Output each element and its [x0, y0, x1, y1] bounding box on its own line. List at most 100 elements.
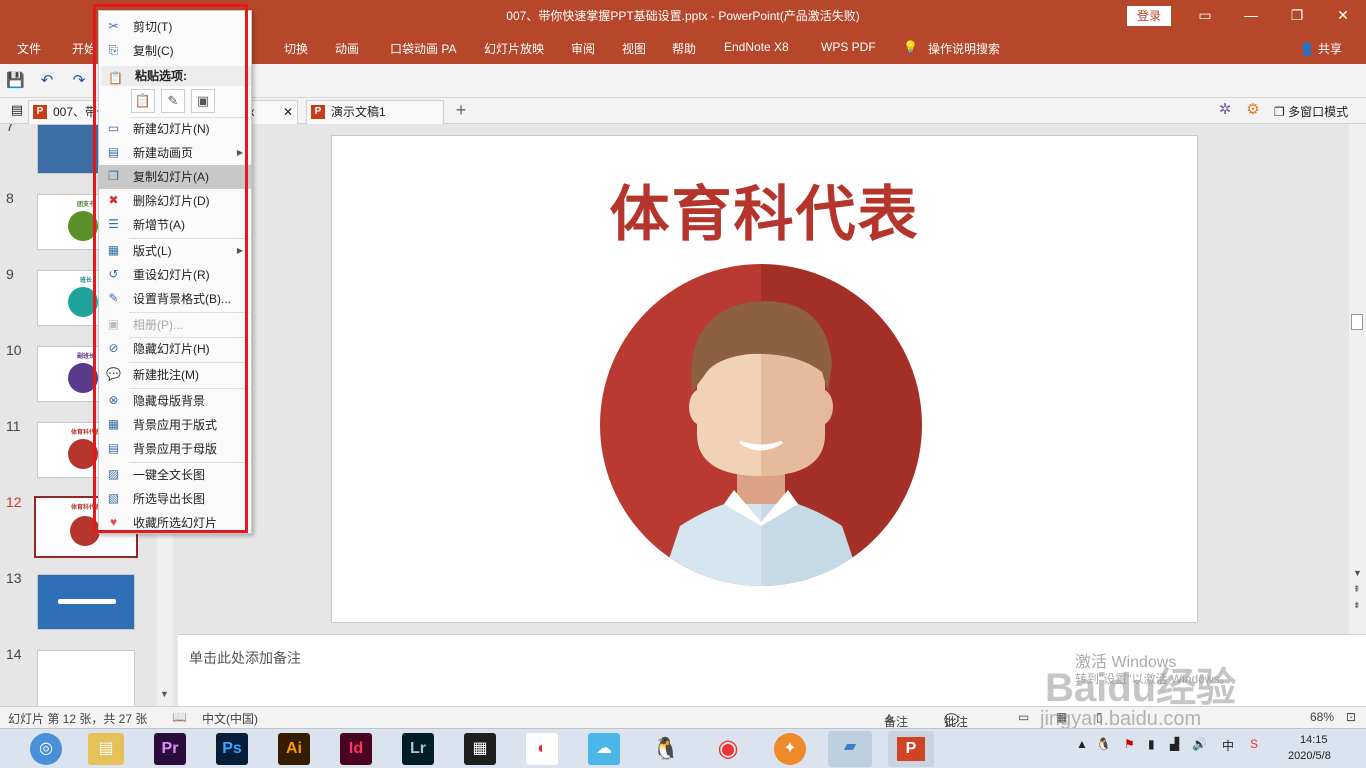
tab-help[interactable]: 帮助 [672, 40, 696, 57]
indesign-icon[interactable]: Id [340, 733, 372, 765]
normal-view-icon[interactable]: ▭ [1018, 710, 1029, 724]
login-button[interactable]: 登录 [1127, 6, 1171, 26]
xmind-icon[interactable]: ◐ [526, 733, 558, 765]
scroll-thumb[interactable] [1351, 314, 1363, 330]
scroll-down-icon[interactable]: ▼ [160, 689, 169, 699]
save-icon[interactable]: 💾 [6, 72, 25, 90]
tab-endnote[interactable]: EndNote X8 [724, 40, 789, 54]
tray-shield-icon[interactable]: ⚑ [1124, 737, 1135, 751]
avatar-illustration[interactable] [600, 264, 922, 586]
menu-item-hide-slide[interactable]: ⊘ 隐藏幻灯片(H) [99, 337, 251, 361]
tab-file[interactable]: 文件 [17, 40, 41, 57]
menu-item-layout[interactable]: ▦ 版式(L) ▶ [99, 239, 251, 263]
illustrator-icon[interactable]: Ai [278, 733, 310, 765]
notes-app-icon[interactable]: ▰ [828, 731, 872, 767]
menu-label: 收藏所选幻灯片 [133, 516, 218, 530]
menu-item-cut[interactable]: ✂ 剪切(T) [99, 15, 251, 39]
menu-item-add-section[interactable]: ☰ 新增节(A) [99, 213, 251, 237]
slide-number-selected: 12 [6, 494, 22, 510]
tab-list-icon[interactable]: ▤ [8, 101, 26, 119]
lightroom-icon[interactable]: Lr [402, 733, 434, 765]
paste-text-only-icon[interactable]: ✎ [161, 89, 185, 113]
premiere-icon[interactable]: Pr [154, 733, 186, 765]
file-explorer-icon[interactable]: ▤ [88, 733, 124, 765]
thumb-bar [58, 599, 116, 604]
editor-scrollbar[interactable]: ▼ ⇞ ⇟ [1349, 124, 1366, 634]
menu-item-photo-album: ▣ 相册(P)... [99, 313, 251, 337]
gear-icon[interactable]: ⚙ [1244, 101, 1262, 119]
prev-slide-icon[interactable]: ⇞ [1353, 584, 1361, 595]
paste-picture-icon[interactable]: ▣ [191, 89, 215, 113]
redo-icon[interactable]: ↷ [70, 72, 88, 90]
menu-item-format-background[interactable]: ✎ 设置背景格式(B)... [99, 287, 251, 311]
next-slide-icon[interactable]: ⇟ [1353, 600, 1361, 611]
multiwindow-button[interactable]: ❐ 多窗口模式 [1274, 103, 1348, 120]
magic-icon[interactable]: ✲ [1216, 101, 1234, 119]
qq-icon[interactable]: 🐧 [650, 733, 682, 765]
reset-icon: ↺ [108, 267, 119, 281]
ime-indicator[interactable]: 中 [1222, 737, 1234, 754]
spellcheck-icon[interactable]: 📖 [172, 710, 187, 724]
menu-item-favorite-slides[interactable]: ♥ 收藏所选幻灯片 [99, 511, 251, 535]
language-indicator[interactable]: 中文(中国) [202, 710, 258, 727]
new-tab-icon[interactable]: + [452, 101, 470, 119]
zoom-level[interactable]: 68% [1310, 710, 1334, 724]
tab-home[interactable]: 开始 [72, 40, 96, 57]
menu-item-duplicate-slide[interactable]: ❐ 复制幻灯片(A) [99, 165, 251, 189]
menu-item-full-long-image[interactable]: ▨ 一键全文长图 [99, 463, 251, 487]
tray-expand-icon[interactable]: ▲ [1076, 737, 1088, 751]
menu-item-delete-slide[interactable]: ✖ 删除幻灯片(D) [99, 189, 251, 213]
menu-item-new-comment[interactable]: 💬 新建批注(M) [99, 363, 251, 387]
fit-slide-icon[interactable]: ⊡ [1346, 710, 1356, 724]
menu-item-hide-master-bg[interactable]: ⊗ 隐藏母版背景 [99, 389, 251, 413]
tab-review[interactable]: 审阅 [571, 40, 595, 57]
clock-time[interactable]: 14:15 [1300, 734, 1328, 746]
minimize-button[interactable]: — [1228, 0, 1274, 32]
tab-slideshow[interactable]: 幻灯片放映 [484, 40, 544, 57]
video-editor-icon[interactable]: ▦ [464, 733, 496, 765]
browser-icon[interactable]: ◎ [30, 733, 62, 765]
menu-item-new-slide[interactable]: ▭ 新建幻灯片(N) [99, 117, 251, 141]
paste-keep-source-icon[interactable]: 📋 [131, 89, 155, 113]
ribbon-display-icon[interactable]: ▭ [1182, 0, 1228, 32]
share-button[interactable]: 👤 共享 [1300, 40, 1342, 57]
slide-thumbnail-13[interactable] [37, 574, 135, 630]
slide-title[interactable]: 体育科代表 [332, 166, 1197, 253]
orange-app-icon[interactable]: ✦ [774, 733, 806, 765]
tab-wps-pdf[interactable]: WPS PDF [821, 40, 876, 54]
tell-me-search[interactable]: 操作说明搜索 [928, 40, 1000, 57]
clock-date[interactable]: 2020/5/8 [1288, 750, 1331, 762]
menu-label: 复制幻灯片(A) [133, 170, 209, 184]
close-tab-icon[interactable]: ✕ [279, 101, 293, 123]
sogou-ime-icon[interactable]: S [1250, 737, 1258, 751]
cat-app-icon[interactable]: ☁ [588, 733, 620, 765]
photoshop-icon[interactable]: Ps [216, 733, 248, 765]
menu-item-new-animation-page[interactable]: ▤ 新建动画页 ▶ [99, 141, 251, 165]
doc-tab-2[interactable]: P 演示文稿1 [306, 100, 444, 124]
menu-item-bg-apply-layout[interactable]: ▦ 背景应用于版式 [99, 413, 251, 437]
close-button[interactable]: ✕ [1320, 0, 1366, 32]
apply-layout-icon: ▦ [107, 417, 120, 431]
tab-pocket-animation[interactable]: 口袋动画 PA [390, 40, 456, 57]
tab-animations[interactable]: 动画 [335, 40, 359, 57]
slide-thumbnail-14[interactable] [37, 650, 135, 706]
chrome-icon[interactable]: ◉ [712, 733, 744, 765]
menu-item-reset-slide[interactable]: ↺ 重设幻灯片(R) [99, 263, 251, 287]
menu-item-export-long-image[interactable]: ▧ 所选导出长图 [99, 487, 251, 511]
apply-master-icon: ▤ [107, 441, 120, 455]
powerpoint-taskbar-icon[interactable]: P [888, 731, 934, 767]
album-icon: ▣ [107, 317, 120, 331]
slide-canvas[interactable]: 体育科代表 [331, 135, 1198, 623]
tab-view[interactable]: 视图 [622, 40, 646, 57]
tab-transitions[interactable]: 切换 [284, 40, 308, 57]
undo-icon[interactable]: ↶ [38, 72, 56, 90]
tray-battery-icon[interactable]: ▮ [1148, 737, 1155, 751]
scroll-down-icon[interactable]: ▼ [1353, 568, 1362, 578]
restore-button[interactable]: ❐ [1274, 0, 1320, 32]
tray-qq-icon[interactable]: 🐧 [1096, 737, 1111, 751]
tray-volume-icon[interactable]: 🔊 [1192, 737, 1207, 751]
menu-item-bg-apply-master[interactable]: ▤ 背景应用于母版 [99, 437, 251, 461]
tray-network-icon[interactable]: ▟ [1170, 737, 1179, 751]
menu-item-copy[interactable]: ⎘ 复制(C) [99, 39, 251, 63]
menu-label: 设置背景格式(B)... [133, 292, 231, 306]
